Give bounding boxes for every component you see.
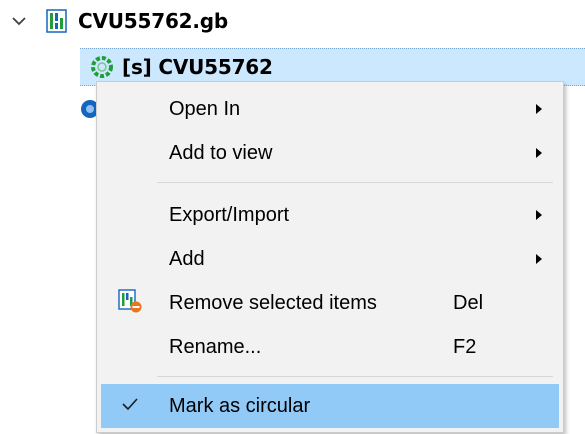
menu-item-mark-as-circular[interactable]: Mark as circular [101,384,559,428]
menu-item-open-in[interactable]: Open In [101,87,559,131]
menu-item-shortcut: Del [453,291,484,314]
submenu-arrow-icon [519,103,559,115]
menu-item-add[interactable]: Add [101,237,559,281]
submenu-arrow-icon [519,253,559,265]
circular-sequence-icon [88,53,116,81]
sequence-name: [s] CVU55762 [122,55,273,79]
menu-item-rename[interactable]: Rename... F2 [101,325,559,369]
document-name: CVU55762.gb [78,9,229,33]
menu-item-add-to-view[interactable]: Add to view [101,131,559,175]
submenu-arrow-icon [519,209,559,221]
menu-item-export-import[interactable]: Export/Import [101,193,559,237]
chevron-down-icon[interactable] [10,12,28,30]
menu-item-label: Add [169,247,205,270]
menu-separator [157,182,553,183]
menu-item-shortcut: F2 [453,335,477,358]
context-menu: Open In Add to view Export/Import Add Re… [96,81,564,433]
menu-item-label: Remove selected items [169,291,377,314]
menu-item-remove-selected-items[interactable]: Remove selected items Del [101,281,559,325]
menu-item-label: Open In [169,97,241,120]
genbank-document-icon [46,9,68,33]
menu-item-label: Export/Import [169,203,290,226]
submenu-arrow-icon [519,147,559,159]
menu-item-label: Add to view [169,141,273,164]
menu-item-label: Rename... [169,335,262,358]
checkmark-icon [121,396,139,417]
tree-item-document[interactable]: CVU55762.gb [10,4,510,38]
menu-separator [157,376,553,377]
remove-items-icon [117,288,143,319]
menu-item-label: Mark as circular [169,394,311,417]
